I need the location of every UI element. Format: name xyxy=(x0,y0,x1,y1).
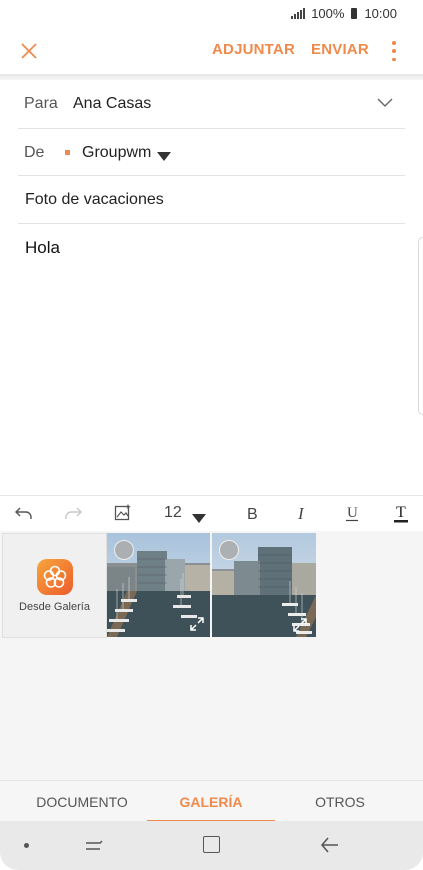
status-indicators: 100% 10:00 xyxy=(291,6,397,21)
back-icon[interactable] xyxy=(320,836,340,859)
expand-icon[interactable] xyxy=(189,616,205,637)
insert-image-icon[interactable] xyxy=(114,504,132,527)
tab-others[interactable]: OTROS xyxy=(270,794,410,810)
from-gallery-label: Desde Galería xyxy=(19,601,90,613)
expand-icon[interactable] xyxy=(292,617,308,637)
chevron-down-icon[interactable] xyxy=(377,96,393,114)
redo-icon[interactable] xyxy=(64,505,82,526)
italic-icon[interactable]: I xyxy=(297,504,309,527)
from-row: De Groupwm xyxy=(18,129,405,176)
clock: 10:00 xyxy=(364,6,397,21)
dropdown-arrow-icon[interactable] xyxy=(157,148,171,166)
subject-field[interactable]: Foto de vacaciones xyxy=(25,191,164,209)
more-options-icon[interactable] xyxy=(391,41,397,61)
to-recipient[interactable]: Ana Casas xyxy=(73,95,151,113)
home-button-icon[interactable] xyxy=(203,836,220,853)
svg-text:U: U xyxy=(347,505,358,521)
battery-percent: 100% xyxy=(311,6,345,21)
attachment-panel: Desde Galería xyxy=(0,531,423,821)
svg-text:T: T xyxy=(396,504,406,521)
bold-icon[interactable]: B xyxy=(246,504,260,527)
send-button[interactable]: ENVIAR xyxy=(311,41,369,58)
from-account[interactable]: Groupwm xyxy=(82,144,151,162)
svg-text:B: B xyxy=(247,506,258,522)
system-navigation-bar xyxy=(0,821,423,870)
nav-dot-icon[interactable] xyxy=(24,843,29,848)
gallery-photo-thumbnail[interactable] xyxy=(212,533,316,637)
attach-button[interactable]: ADJUNTAR xyxy=(212,41,295,58)
svg-text:I: I xyxy=(297,504,305,522)
edge-handle[interactable] xyxy=(418,237,423,415)
compose-app-bar: ADJUNTAR ENVIAR xyxy=(0,28,423,74)
to-label: Para xyxy=(24,95,58,112)
tab-gallery[interactable]: GALERÍA xyxy=(141,794,281,810)
attachment-tabs: DOCUMENTO GALERÍA OTROS xyxy=(0,780,423,823)
status-bar: 100% 10:00 xyxy=(0,0,423,28)
battery-icon xyxy=(351,8,358,19)
message-body[interactable]: Hola xyxy=(25,238,60,258)
font-size-dropdown-icon[interactable] xyxy=(192,510,206,528)
signal-icon xyxy=(291,8,306,19)
select-checkbox[interactable] xyxy=(114,540,134,560)
from-gallery-tile[interactable]: Desde Galería xyxy=(2,533,107,638)
font-size-value[interactable]: 12 xyxy=(164,504,182,522)
from-label: De xyxy=(24,144,45,161)
gallery-app-icon xyxy=(37,559,73,595)
close-icon[interactable] xyxy=(16,38,42,64)
tab-document[interactable]: DOCUMENTO xyxy=(12,794,152,810)
account-color-dot xyxy=(65,150,70,155)
undo-icon[interactable] xyxy=(15,505,33,526)
text-color-icon[interactable]: T xyxy=(393,503,409,530)
gallery-photo-thumbnail[interactable] xyxy=(107,533,210,637)
to-row: Para Ana Casas xyxy=(18,80,405,129)
select-checkbox[interactable] xyxy=(219,540,239,560)
underline-icon[interactable]: U xyxy=(345,503,359,528)
subject-row[interactable]: Foto de vacaciones xyxy=(18,176,405,224)
recent-apps-icon[interactable] xyxy=(84,837,104,860)
formatting-toolbar: 12 B I U T xyxy=(0,495,423,533)
